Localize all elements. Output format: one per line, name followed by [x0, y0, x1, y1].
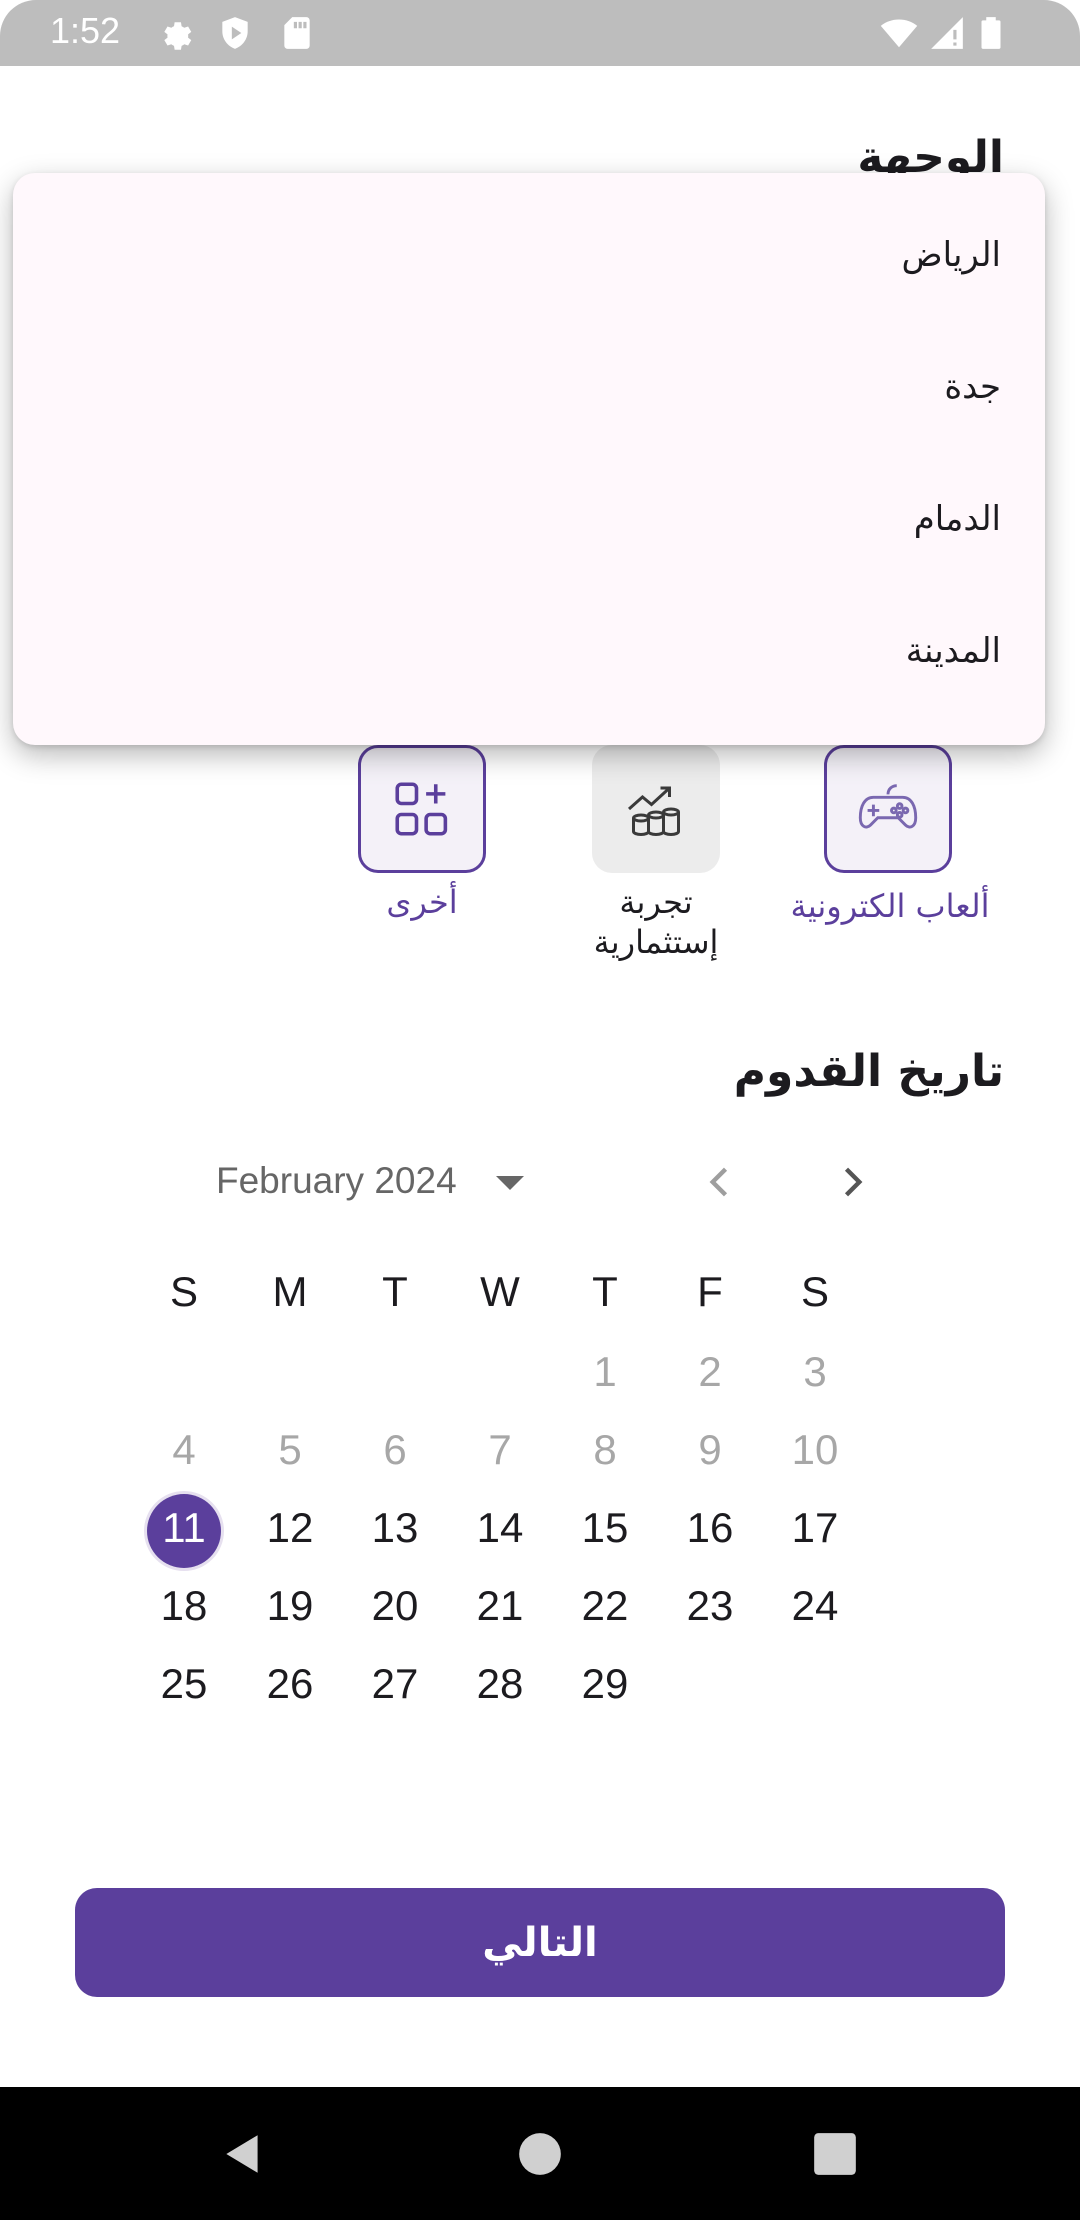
calendar-day[interactable]: 13 [355, 1504, 435, 1552]
calendar-day[interactable]: 14 [460, 1504, 540, 1552]
calendar-day: 2 [698, 1348, 722, 1395]
shield-icon [222, 17, 248, 49]
weekday-header: T [592, 1268, 618, 1315]
calendar-day[interactable]: 16 [670, 1504, 750, 1552]
recents-icon[interactable] [810, 2129, 860, 2179]
calendar-day: 8 [593, 1426, 617, 1473]
weekday-header: S [800, 1268, 829, 1315]
calendar-day[interactable]: 28 [460, 1660, 540, 1708]
calendar-day[interactable]: 23 [670, 1582, 750, 1630]
previous-month-chevron-icon[interactable] [698, 1160, 742, 1204]
calendar-day[interactable]: 12 [250, 1504, 330, 1552]
menu-item-madinah[interactable]: المدينة [906, 631, 1001, 671]
month-year-label[interactable]: February 2024 [216, 1160, 457, 1202]
weekday-header: W [480, 1268, 520, 1315]
calendar-day[interactable]: 27 [355, 1660, 435, 1708]
city-dropdown-menu: الرياض جدة الدمام المدينة [13, 173, 1045, 745]
investment-chart-icon [628, 786, 680, 837]
calendar-day: 4 [172, 1426, 196, 1473]
calendar-day[interactable]: 26 [250, 1660, 330, 1708]
calendar-day: 1 [593, 1348, 617, 1395]
settings-icon [164, 22, 192, 50]
calendar-day[interactable]: 18 [144, 1582, 224, 1630]
next-button[interactable]: التالي [75, 1888, 1005, 1997]
wifi-icon [880, 19, 918, 48]
calendar-day: 10 [791, 1426, 839, 1473]
status-time: 1:52 [50, 10, 121, 51]
menu-item-dammam[interactable]: الدمام [914, 499, 1001, 539]
category-gaming-tile[interactable] [824, 745, 952, 873]
calendar-day[interactable]: 22 [565, 1582, 645, 1630]
sd-card-icon [284, 17, 310, 49]
weekday-header: F [697, 1268, 723, 1315]
calendar-day[interactable]: 17 [775, 1504, 855, 1552]
category-investment-label-line1: تجربة [619, 883, 693, 921]
category-investment-label-line2: إستثمارية [593, 923, 719, 961]
calendar-day: 5 [278, 1426, 302, 1473]
calendar-day: 9 [698, 1426, 722, 1473]
calendar-day[interactable]: 15 [565, 1504, 645, 1552]
calendar-day[interactable]: 21 [460, 1582, 540, 1630]
calendar-day-selected[interactable]: 11 [144, 1504, 224, 1552]
weekday-header: S [169, 1268, 198, 1315]
calendar-day: 7 [488, 1426, 512, 1473]
next-button-label: التالي [482, 1919, 598, 1966]
arrival-date-title: تاريخ القدوم [733, 1046, 1004, 1097]
menu-item-riyadh[interactable]: الرياض [902, 235, 1002, 275]
weekday-header: M [272, 1268, 308, 1315]
calendar-day[interactable]: 29 [565, 1660, 645, 1708]
weekday-header: T [382, 1268, 408, 1315]
calendar-day[interactable]: 25 [144, 1660, 224, 1708]
category-other-label: أخرى [386, 883, 458, 921]
calendar-day[interactable]: 24 [775, 1582, 855, 1630]
signal-icon [931, 17, 963, 49]
back-icon[interactable] [218, 2129, 268, 2179]
category-other-tile[interactable] [358, 745, 486, 873]
calendar-day[interactable]: 20 [355, 1582, 435, 1630]
calendar-day[interactable]: 19 [250, 1582, 330, 1630]
category-investment-label: تجربة إستثمارية [536, 882, 776, 962]
month-dropdown-caret-icon[interactable] [496, 1176, 524, 1190]
status-bar: 1:52 [0, 0, 1080, 66]
menu-item-jeddah[interactable]: جدة [944, 367, 1001, 407]
gamepad-icon [858, 784, 918, 829]
battery-icon [981, 17, 1001, 49]
add-grid-icon [395, 782, 448, 836]
calendar-day: 3 [803, 1348, 827, 1395]
system-navigation-bar [0, 2087, 1080, 2220]
next-month-chevron-icon[interactable] [830, 1160, 874, 1204]
category-investment-tile[interactable] [592, 745, 720, 873]
calendar-day: 6 [383, 1426, 407, 1473]
category-gaming-label: ألعاب الكترونية [790, 887, 990, 925]
home-icon[interactable] [515, 2129, 565, 2179]
